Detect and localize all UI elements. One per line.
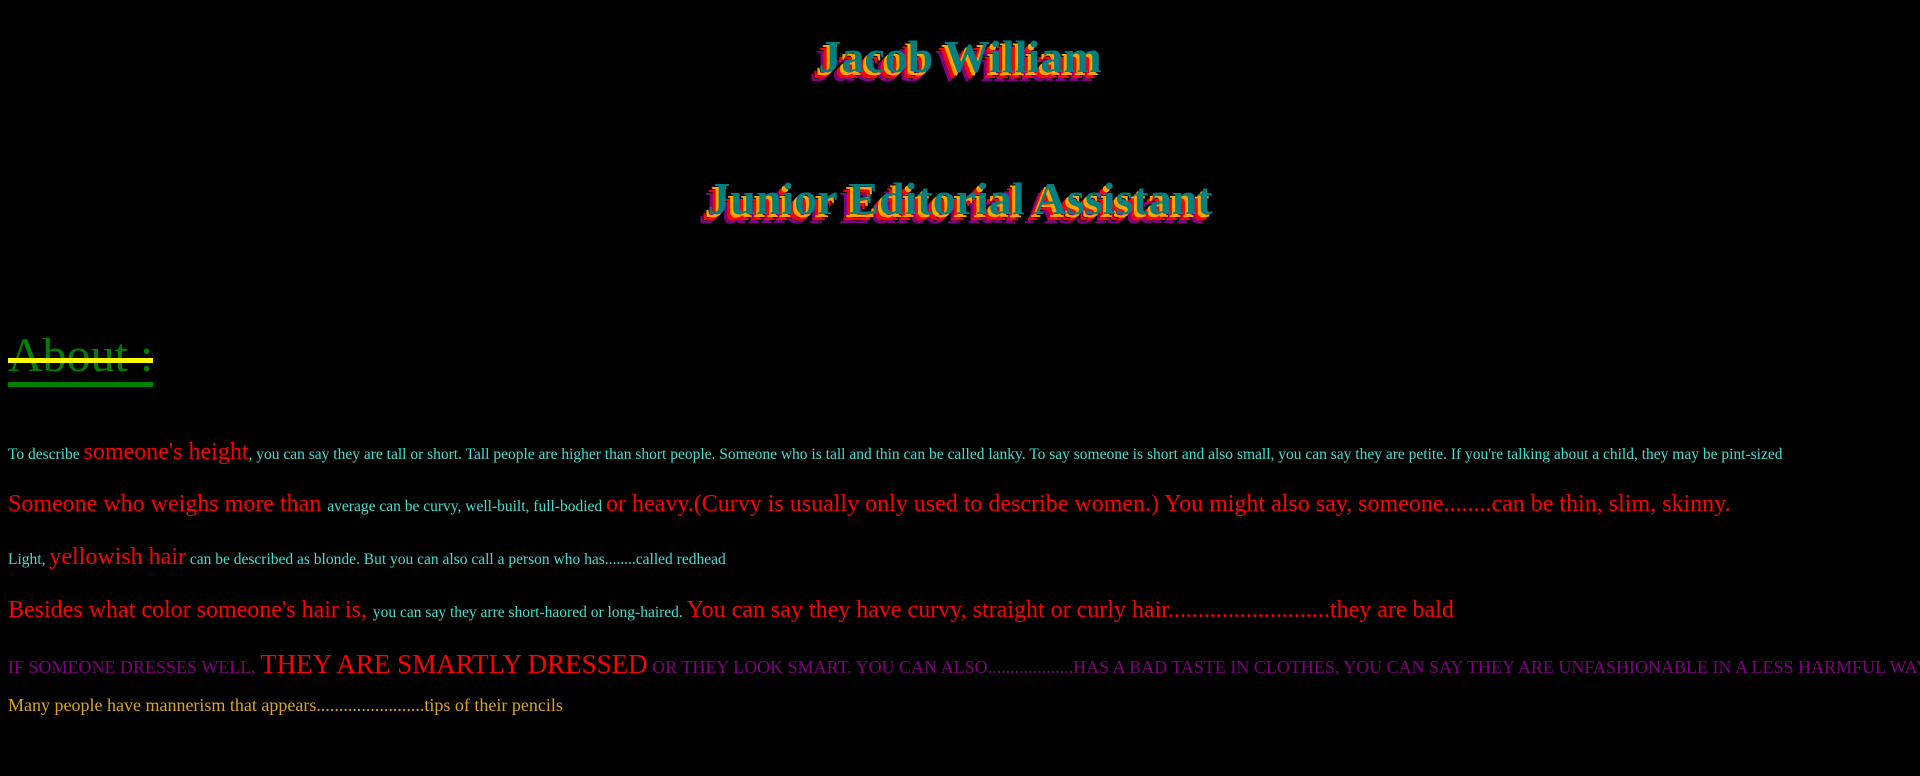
text-normal: average can be curvy, well-built, full-b… bbox=[327, 498, 607, 515]
text-emphasis: Besides what color someone's hair is, bbox=[8, 597, 373, 623]
text-emphasis: yellowish hair bbox=[49, 544, 186, 570]
paragraph-dress: IF SOMEONE DRESSES WELL, THEY ARE SMARTL… bbox=[8, 651, 1920, 678]
text-emphasis: THEY ARE SMARTLY DRESSED bbox=[260, 649, 648, 679]
text-emphasis: Someone who weighs more than bbox=[8, 491, 328, 517]
paragraph-weight: Someone who weighs more than average can… bbox=[8, 492, 1731, 516]
paragraph-hair-style: Besides what color someone's hair is, yo… bbox=[8, 598, 1454, 622]
text-normal: you can say they arre short-haored or lo… bbox=[372, 604, 687, 621]
text-normal: , you can say they are tall or short. Ta… bbox=[248, 446, 1783, 463]
about-section-heading: About : bbox=[8, 330, 154, 387]
name-heading: Jacob William bbox=[818, 31, 1102, 82]
text-emphasis: someone's height bbox=[83, 439, 249, 465]
text-uppercase: OR THEY LOOK SMART. YOU CAN ALSO........… bbox=[647, 657, 1920, 677]
paragraph-hair-color: Light, yellowish hair can be described a… bbox=[8, 545, 726, 569]
text-emphasis: You can say they have curvy, straight or… bbox=[686, 597, 1454, 623]
text-emphasis: or heavy.(Curvy is usually only used to … bbox=[606, 491, 1731, 517]
text-normal: Light, bbox=[8, 551, 50, 568]
text-uppercase: IF SOMEONE DRESSES WELL, bbox=[8, 657, 261, 677]
text-normal: To describe bbox=[8, 446, 84, 463]
text-normal: can be described as blonde. But you can … bbox=[185, 551, 726, 568]
paragraph-mannerism: Many people have mannerism that appears.… bbox=[8, 695, 563, 715]
role-heading: Junior Editorial Assistant bbox=[707, 173, 1213, 224]
about-strike-bar bbox=[8, 358, 154, 363]
paragraph-height: To describe someone's height, you can sa… bbox=[8, 440, 1782, 464]
